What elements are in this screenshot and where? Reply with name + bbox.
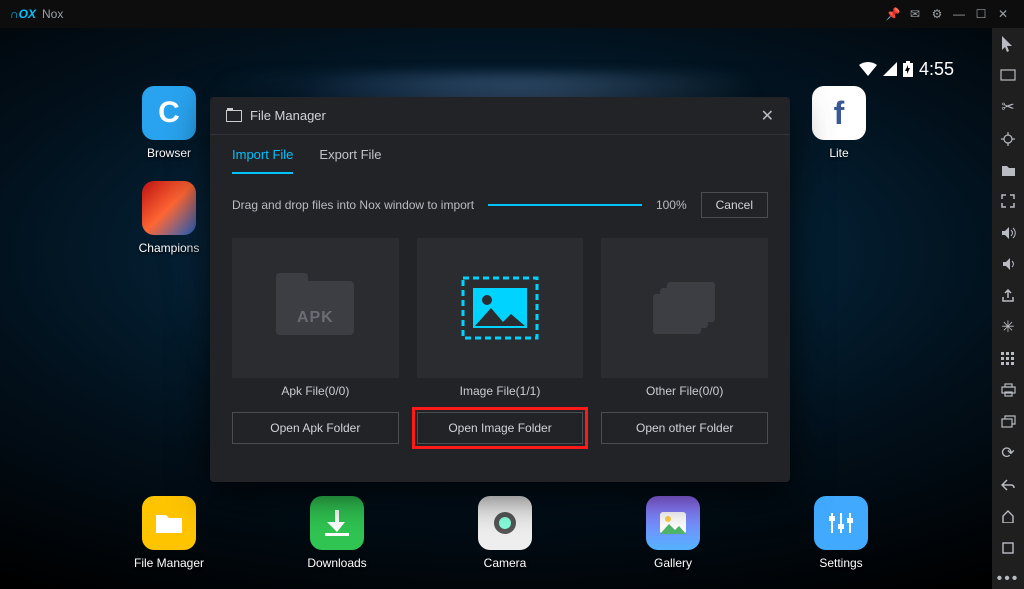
titlebar: ∩OX Nox 📌 ✉ ⚙ — ☐ ✕ [0,0,1024,28]
apk-card-label: Apk File(0/0) [232,378,399,398]
scissors-icon[interactable]: ✂ [998,97,1018,117]
open-apk-folder-button[interactable]: Open Apk Folder [232,412,399,444]
more-icon[interactable]: ••• [998,570,1018,589]
volume-up-icon[interactable] [998,223,1018,242]
app-lite[interactable]: f Lite [794,86,884,160]
loading-icon[interactable]: ✳ [998,317,1018,337]
app-label: File Manager [134,556,204,570]
modal-title: File Manager [250,108,326,123]
image-card-label: Image File(1/1) [417,378,584,398]
app-champions[interactable]: Champions [124,181,214,255]
gear-icon[interactable]: ⚙ [926,7,948,21]
wifi-icon [859,62,877,76]
tab-export[interactable]: Export File [319,139,381,174]
folder-icon[interactable] [998,160,1018,179]
printer-icon[interactable] [998,381,1018,400]
image-card[interactable] [417,238,584,378]
app-label: Camera [484,556,527,570]
app-browser[interactable]: C Browser [124,86,214,160]
minimize-button[interactable]: — [948,7,970,21]
android-status-bar: 4:55 [859,58,954,80]
app-label: Champions [139,241,200,255]
back-icon[interactable] [998,475,1018,494]
modal-tabs: Import File Export File [210,135,790,174]
app-label: Settings [819,556,862,570]
apk-folder-icon: APK [276,281,354,335]
app-label: Gallery [654,556,692,570]
app-camera[interactable]: Camera [460,496,550,570]
drop-hint: Drag and drop files into Nox window to i… [232,198,474,212]
progress-percent: 100% [656,198,687,212]
app-downloads[interactable]: Downloads [292,496,382,570]
apps-icon[interactable] [998,349,1018,368]
app-filemanager[interactable]: File Manager [124,496,214,570]
file-manager-modal: File Manager ✕ Import File Export File D… [210,97,790,482]
app-label: Lite [829,146,848,160]
open-other-folder-button[interactable]: Open other Folder [601,412,768,444]
clock: 4:55 [919,59,954,80]
fullscreen-icon[interactable] [998,192,1018,211]
app-label: Browser [147,146,191,160]
rotate-icon[interactable]: ⟳ [998,443,1018,463]
stack-icon [653,282,717,334]
pin-icon[interactable]: 📌 [882,7,904,21]
image-icon [461,276,539,340]
maximize-button[interactable]: ☐ [970,7,992,21]
signal-icon [883,62,897,76]
battery-icon [903,61,913,77]
modal-header: File Manager ✕ [210,97,790,135]
app-gallery[interactable]: Gallery [628,496,718,570]
location-icon[interactable] [998,129,1018,148]
other-card-label: Other File(0/0) [601,378,768,398]
side-toolbar: ✂ ✳ ⟳ ••• [992,28,1024,589]
home-icon[interactable] [998,507,1018,526]
app-title: Nox [42,7,63,21]
cancel-button[interactable]: Cancel [701,192,768,218]
layers-icon[interactable] [998,412,1018,431]
drop-row: Drag and drop files into Nox window to i… [210,174,790,226]
recent-icon[interactable] [998,538,1018,557]
close-button[interactable]: ✕ [992,7,1014,21]
app-label: Downloads [307,556,366,570]
modal-close-button[interactable]: ✕ [761,106,774,126]
other-card[interactable] [601,238,768,378]
volume-down-icon[interactable] [998,254,1018,273]
app-settings[interactable]: Settings [796,496,886,570]
apk-card[interactable]: APK [232,238,399,378]
mail-icon[interactable]: ✉ [904,7,926,21]
share-icon[interactable] [998,286,1018,305]
open-image-folder-button[interactable]: Open Image Folder [417,412,584,444]
tab-import[interactable]: Import File [232,139,293,174]
folder-icon [226,110,242,122]
keyboard-icon[interactable] [998,65,1018,84]
cursor-icon[interactable] [998,34,1018,53]
progress-bar [488,204,642,206]
nox-logo: ∩OX [10,7,36,21]
